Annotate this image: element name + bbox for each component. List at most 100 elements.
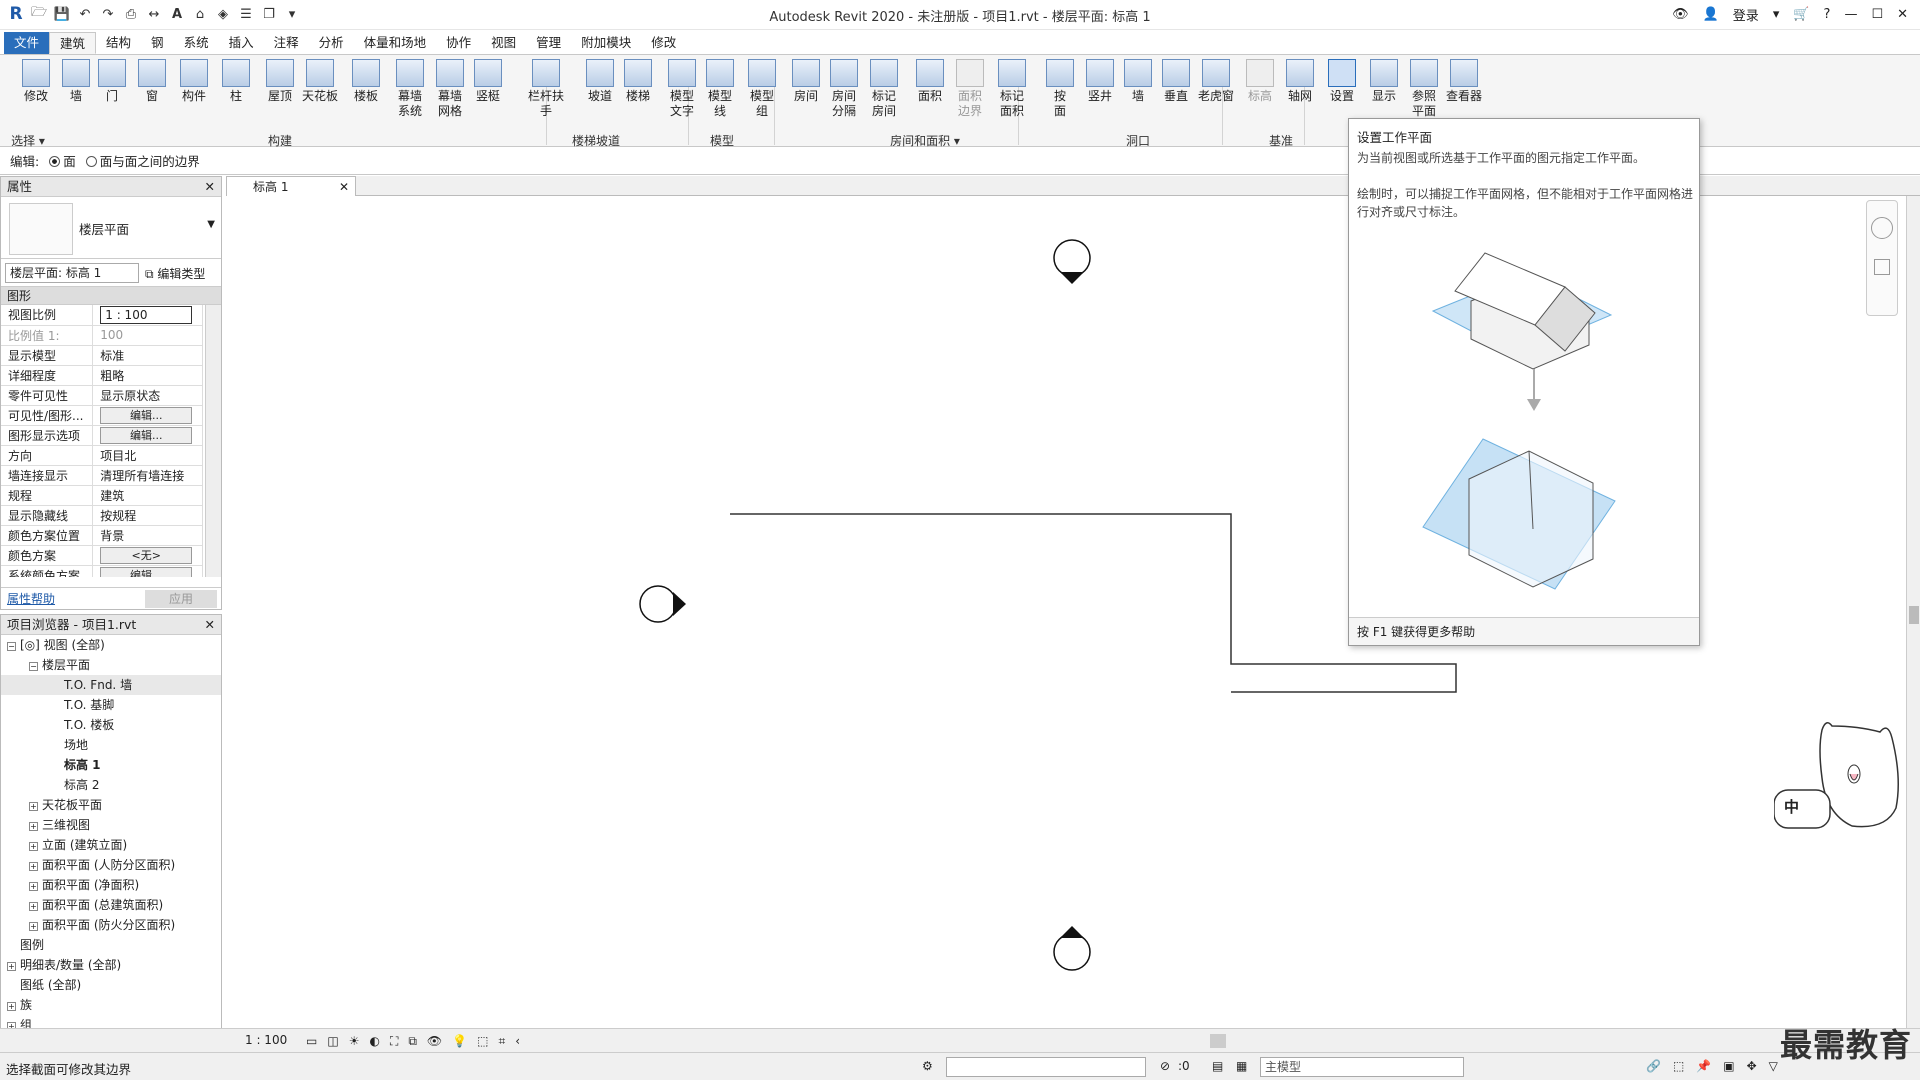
login-link[interactable]: 登录 bbox=[1733, 5, 1759, 24]
ribbon-tool-32[interactable]: 显示 bbox=[1364, 59, 1404, 104]
ribbon-tool-4[interactable]: 构件 bbox=[174, 59, 214, 104]
maximize-icon[interactable]: ☐ bbox=[1871, 7, 1883, 22]
expand-toggle-icon[interactable]: + bbox=[7, 962, 16, 971]
expand-toggle-icon[interactable]: + bbox=[29, 882, 38, 891]
close-icon[interactable]: ✕ bbox=[205, 177, 215, 197]
editable-only-icon[interactable]: ⊘ bbox=[1160, 1059, 1170, 1073]
close-icon[interactable]: ✕ bbox=[339, 177, 349, 197]
expand-toggle-icon[interactable]: + bbox=[29, 822, 38, 831]
zoom-region-icon[interactable] bbox=[1874, 259, 1890, 275]
properties-help-link[interactable]: 属性帮助 bbox=[7, 592, 55, 606]
tree-item[interactable]: + 族 bbox=[1, 995, 221, 1015]
cart-icon[interactable]: 🛒 bbox=[1793, 7, 1809, 22]
scroll-thumb[interactable] bbox=[1909, 606, 1919, 624]
tab-10[interactable]: 视图 bbox=[481, 32, 526, 54]
tree-item[interactable]: + 面积平面 (防火分区面积) bbox=[1, 915, 221, 935]
elevation-marker-south[interactable] bbox=[1053, 926, 1091, 971]
property-edit-button[interactable]: 编辑... bbox=[100, 566, 193, 577]
property-value[interactable]: 按规程 bbox=[92, 505, 203, 526]
tree-item[interactable]: 图纸 (全部) bbox=[1, 975, 221, 995]
property-value[interactable]: 清理所有墙连接 bbox=[92, 465, 203, 486]
tab-13[interactable]: 修改 bbox=[641, 32, 686, 54]
elevation-marker-west[interactable] bbox=[639, 585, 686, 623]
tree-item[interactable]: T.O. Fnd. 墙 bbox=[1, 675, 221, 695]
tree-item[interactable]: 图例 bbox=[1, 935, 221, 955]
user-icon[interactable]: 👤 bbox=[1703, 7, 1719, 22]
ribbon-tool-22[interactable]: 面积 边界 bbox=[950, 59, 990, 119]
elevation-marker-north[interactable] bbox=[1053, 239, 1091, 284]
ime-widget[interactable]: 中 bbox=[1773, 718, 1904, 836]
property-edit-button[interactable]: 编辑... bbox=[100, 406, 193, 424]
ribbon-tool-16[interactable]: 模型线 bbox=[700, 59, 740, 119]
tree-item[interactable]: + 面积平面 (人防分区面积) bbox=[1, 855, 221, 875]
property-value[interactable]: 1 : 100 bbox=[92, 305, 203, 326]
instance-selector[interactable]: 楼层平面: 标高 1 bbox=[5, 263, 139, 283]
horizontal-scroll-thumb[interactable] bbox=[1210, 1034, 1226, 1048]
drag-elements-icon[interactable]: ✥ bbox=[1747, 1059, 1757, 1073]
property-value[interactable]: 显示原状态 bbox=[92, 385, 203, 406]
ribbon-tool-28[interactable]: 老虎窗 bbox=[1196, 59, 1236, 104]
temp-hide-icon[interactable]: 👁 bbox=[427, 1034, 442, 1049]
ribbon-tool-20[interactable]: 标记 房间 bbox=[864, 59, 904, 119]
dropdown-icon[interactable]: ▾ bbox=[1773, 7, 1780, 22]
dropdown-icon[interactable]: ▼ bbox=[207, 219, 215, 230]
ribbon-tool-23[interactable]: 标记 面积 bbox=[992, 59, 1032, 119]
select-by-face-icon[interactable]: ▣ bbox=[1723, 1059, 1734, 1073]
property-edit-button[interactable]: <无> bbox=[100, 546, 193, 564]
tree-item[interactable]: + 面积平面 (总建筑面积) bbox=[1, 895, 221, 915]
view-scale-field[interactable]: 1 : 100 bbox=[100, 305, 193, 324]
ribbon-tool-13[interactable]: 坡道 bbox=[580, 59, 620, 104]
property-value[interactable]: 编辑... bbox=[92, 565, 203, 577]
tree-item[interactable]: + 天花板平面 bbox=[1, 795, 221, 815]
reveal-hidden-icon[interactable]: 💡 bbox=[452, 1034, 467, 1049]
type-selector[interactable]: 楼层平面 ▼ bbox=[1, 197, 221, 259]
ribbon-tool-29[interactable]: 标高 bbox=[1240, 59, 1280, 104]
workset-icon[interactable]: ⚙ bbox=[922, 1059, 933, 1073]
select-pinned-icon[interactable]: 📌 bbox=[1696, 1059, 1711, 1073]
expand-toggle-icon[interactable]: + bbox=[29, 902, 38, 911]
expand-toggle-icon[interactable]: + bbox=[29, 802, 38, 811]
expand-toggle-icon[interactable]: + bbox=[29, 922, 38, 931]
tree-item[interactable]: 场地 bbox=[1, 735, 221, 755]
tab-4[interactable]: 系统 bbox=[174, 32, 219, 54]
face-radio[interactable]: 面 bbox=[49, 151, 76, 170]
expand-toggle-icon[interactable]: − bbox=[29, 662, 38, 671]
shadows-icon[interactable]: ◐ bbox=[369, 1034, 379, 1049]
expand-toggle-icon[interactable]: − bbox=[7, 642, 16, 651]
edit-type-button[interactable]: ⧉ 编辑类型 bbox=[145, 265, 205, 282]
properties-scrollbar[interactable] bbox=[205, 305, 221, 577]
ribbon-tool-19[interactable]: 房间 分隔 bbox=[824, 59, 864, 119]
ribbon-tool-18[interactable]: 房间 bbox=[786, 59, 826, 104]
tab-9[interactable]: 协作 bbox=[436, 32, 481, 54]
tab-12[interactable]: 附加模块 bbox=[571, 32, 641, 54]
ribbon-tool-6[interactable]: 屋顶 bbox=[260, 59, 300, 104]
ribbon-tool-7[interactable]: 天花板 bbox=[300, 59, 340, 104]
ribbon-tool-9[interactable]: 幕墙 系统 bbox=[390, 59, 430, 119]
minimize-icon[interactable]: — bbox=[1844, 7, 1857, 22]
property-edit-button[interactable]: 编辑... bbox=[100, 426, 193, 444]
tab-6[interactable]: 注释 bbox=[264, 32, 309, 54]
ribbon-tool-34[interactable]: 查看器 bbox=[1444, 59, 1484, 104]
scroll-left-icon[interactable]: ‹ bbox=[515, 1034, 520, 1049]
tree-item[interactable]: − [◎] 视图 (全部) bbox=[1, 635, 221, 655]
property-value[interactable]: 标准 bbox=[92, 345, 203, 366]
crop-view-icon[interactable]: ⛶ bbox=[390, 1034, 398, 1049]
ribbon-tool-17[interactable]: 模型组 bbox=[742, 59, 782, 119]
select-links-icon[interactable]: 🔗 bbox=[1646, 1059, 1661, 1073]
design-option-combo[interactable]: 主模型 bbox=[1260, 1057, 1464, 1077]
property-value[interactable]: 编辑... bbox=[92, 425, 203, 446]
tree-item[interactable]: + 三维视图 bbox=[1, 815, 221, 835]
tree-item[interactable]: + 明细表/数量 (全部) bbox=[1, 955, 221, 975]
design-options-icon-2[interactable]: ▦ bbox=[1236, 1059, 1247, 1073]
detail-level-icon[interactable]: ▭ bbox=[306, 1034, 317, 1049]
tree-item[interactable]: T.O. 基脚 bbox=[1, 695, 221, 715]
expand-toggle-icon[interactable]: + bbox=[29, 862, 38, 871]
apply-button[interactable]: 应用 bbox=[145, 590, 217, 608]
tab-3[interactable]: 钢 bbox=[141, 32, 174, 54]
close-icon[interactable]: ✕ bbox=[205, 615, 215, 635]
design-options-icon[interactable]: ▤ bbox=[1212, 1059, 1223, 1073]
property-value[interactable]: 编辑... bbox=[92, 405, 203, 426]
ribbon-tool-27[interactable]: 垂直 bbox=[1156, 59, 1196, 104]
property-value[interactable]: 粗略 bbox=[92, 365, 203, 386]
highlight-icon[interactable]: ⌗ bbox=[498, 1034, 505, 1049]
